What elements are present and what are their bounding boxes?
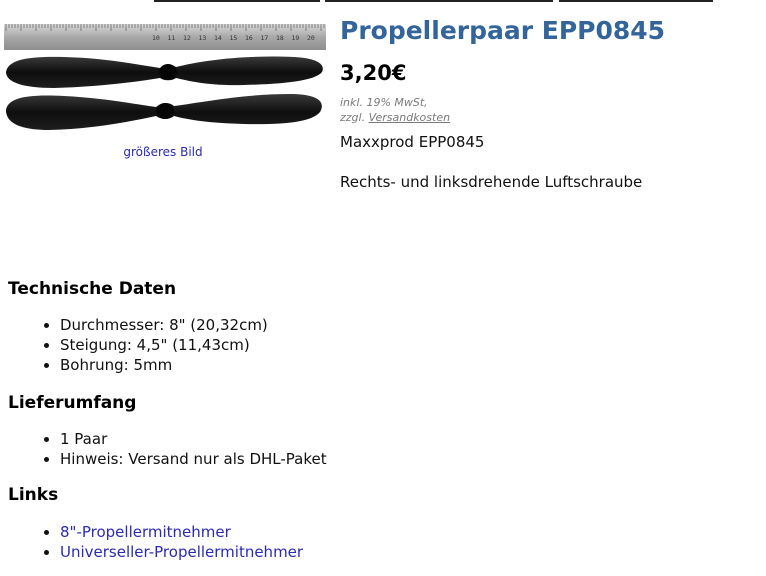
list-item: Universeller-Propellermitnehmer bbox=[60, 542, 303, 562]
ruler-label: 16 bbox=[245, 34, 253, 42]
propeller-pair-icon: 10 11 12 13 14 15 16 17 18 19 20 bbox=[4, 24, 326, 130]
product-title: Propellerpaar EPP0845 bbox=[340, 16, 666, 45]
list-item: Hinweis: Versand nur als DHL-Paket bbox=[60, 449, 327, 469]
ruler-label: 10 bbox=[152, 34, 160, 42]
ruler-label: 11 bbox=[168, 34, 176, 42]
scope-list: 1 Paar Hinweis: Versand nur als DHL-Pake… bbox=[20, 429, 327, 469]
ruler-label: 18 bbox=[276, 34, 284, 42]
list-item: Durchmesser: 8" (20,32cm) bbox=[60, 315, 268, 335]
product-description: Rechts- und linksdrehende Luftschraube bbox=[340, 173, 643, 191]
prop-adapter-8-link[interactable]: 8"-Propellermitnehmer bbox=[60, 523, 231, 541]
universal-prop-adapter-link[interactable]: Universeller-Propellermitnehmer bbox=[60, 543, 303, 561]
manufacturer: Maxxprod EPP0845 bbox=[340, 133, 485, 151]
tech-data-heading: Technische Daten bbox=[8, 279, 177, 299]
tax-info: inkl. 19% MwSt, zzgl. Versandkosten bbox=[340, 95, 450, 125]
list-item: Bohrung: 5mm bbox=[60, 355, 268, 375]
links-heading: Links bbox=[8, 485, 59, 505]
scope-heading: Lieferumfang bbox=[8, 393, 137, 413]
top-divider bbox=[325, 0, 553, 2]
list-item: Steigung: 4,5" (11,43cm) bbox=[60, 335, 268, 355]
product-price: 3,20€ bbox=[340, 61, 407, 85]
shipping-note: zzgl. Versandkosten bbox=[340, 110, 450, 125]
ruler-label: 15 bbox=[230, 34, 238, 42]
ruler-label: 13 bbox=[199, 34, 207, 42]
links-list: 8"-Propellermitnehmer Universeller-Prope… bbox=[20, 522, 303, 562]
product-image[interactable]: 10 11 12 13 14 15 16 17 18 19 20 bbox=[4, 24, 326, 140]
list-item: 1 Paar bbox=[60, 429, 327, 449]
top-divider bbox=[559, 0, 713, 2]
shipping-costs-link[interactable]: Versandkosten bbox=[369, 111, 450, 124]
ruler-label: 14 bbox=[214, 34, 222, 42]
shipping-prefix: zzgl. bbox=[340, 111, 366, 124]
tech-data-list: Durchmesser: 8" (20,32cm) Steigung: 4,5"… bbox=[20, 315, 268, 375]
ruler-label: 17 bbox=[261, 34, 269, 42]
ruler-label: 20 bbox=[307, 34, 315, 42]
ruler-label: 12 bbox=[183, 34, 191, 42]
ruler-label: 19 bbox=[292, 34, 300, 42]
top-divider bbox=[154, 0, 320, 2]
tax-note: inkl. 19% MwSt, bbox=[340, 96, 428, 109]
list-item: 8"-Propellermitnehmer bbox=[60, 522, 303, 542]
enlarge-image-link[interactable]: größeres Bild bbox=[4, 145, 322, 159]
